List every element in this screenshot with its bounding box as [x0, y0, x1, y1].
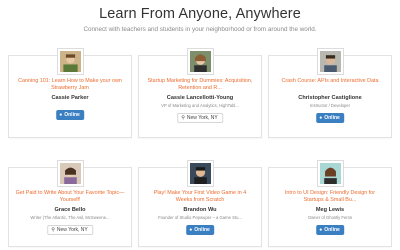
- map-pin-icon: ⚲: [181, 115, 185, 121]
- teacher-role: Writer (The Atlantic, The Awl, McSweene.…: [30, 215, 110, 220]
- teacher-name[interactable]: Cassie Lancellotti-Young: [143, 95, 257, 101]
- class-title-link[interactable]: Play! Make Your First Video Game in 4 We…: [145, 190, 255, 204]
- class-card[interactable]: Crash Course: APIs and Interactive Data …: [268, 49, 392, 138]
- teacher-avatar[interactable]: [317, 49, 343, 74]
- online-badge: ● Online: [316, 113, 344, 123]
- teacher-role: VP of Marketing and Analytics, HighTabl.…: [161, 103, 239, 108]
- class-title-link[interactable]: Intro to UI Design: Friendly Design for …: [275, 190, 385, 204]
- class-card[interactable]: Startup Marketing for Dummies: Acquisiti…: [138, 49, 262, 138]
- online-badge: ● Online: [56, 110, 84, 120]
- teacher-avatar[interactable]: [187, 161, 213, 186]
- location-badge: ⚲ New York, NY: [177, 113, 223, 123]
- globe-icon: ●: [59, 112, 63, 118]
- teacher-avatar[interactable]: [57, 49, 83, 74]
- globe-icon: ●: [189, 227, 193, 233]
- class-card[interactable]: Play! Make Your First Video Game in 4 We…: [138, 161, 262, 247]
- teacher-role: Founder of Studio Pepwuper – a Game Stu.…: [158, 215, 242, 220]
- teacher-name[interactable]: Christopher Castiglione: [273, 95, 387, 101]
- teacher-avatar[interactable]: [187, 49, 213, 74]
- class-title-link[interactable]: Crash Course: APIs and Interactive Data: [275, 78, 385, 85]
- online-badge: ● Online: [316, 225, 344, 235]
- globe-icon: ●: [319, 115, 323, 121]
- class-grid: Canning 101: Learn How to Make your own …: [0, 0, 400, 250]
- teacher-name[interactable]: Grace Bello: [13, 207, 127, 213]
- class-title-link[interactable]: Canning 101: Learn How to Make your own …: [15, 78, 125, 92]
- class-card[interactable]: Intro to UI Design: Friendly Design for …: [268, 161, 392, 247]
- class-card[interactable]: Canning 101: Learn How to Make your own …: [8, 49, 132, 138]
- class-card[interactable]: Get Paid to Write About Your Favorite To…: [8, 161, 132, 247]
- location-badge: ⚲ New York, NY: [47, 225, 93, 235]
- teacher-name[interactable]: Brandon Wu: [143, 207, 257, 213]
- teacher-role: Owner of Ghostly Ferns: [307, 215, 353, 220]
- class-title-link[interactable]: Startup Marketing for Dummies: Acquisiti…: [145, 78, 255, 92]
- globe-icon: ●: [319, 227, 323, 233]
- map-pin-icon: ⚲: [51, 227, 55, 233]
- teacher-avatar[interactable]: [317, 161, 343, 186]
- teacher-avatar[interactable]: [57, 161, 83, 186]
- teacher-name[interactable]: Cassie Parker: [13, 95, 127, 101]
- class-title-link[interactable]: Get Paid to Write About Your Favorite To…: [15, 190, 125, 204]
- teacher-name[interactable]: Meg Lewis: [273, 207, 387, 213]
- teacher-role: Instructor / Developer: [309, 103, 351, 108]
- online-badge: ● Online: [186, 225, 214, 235]
